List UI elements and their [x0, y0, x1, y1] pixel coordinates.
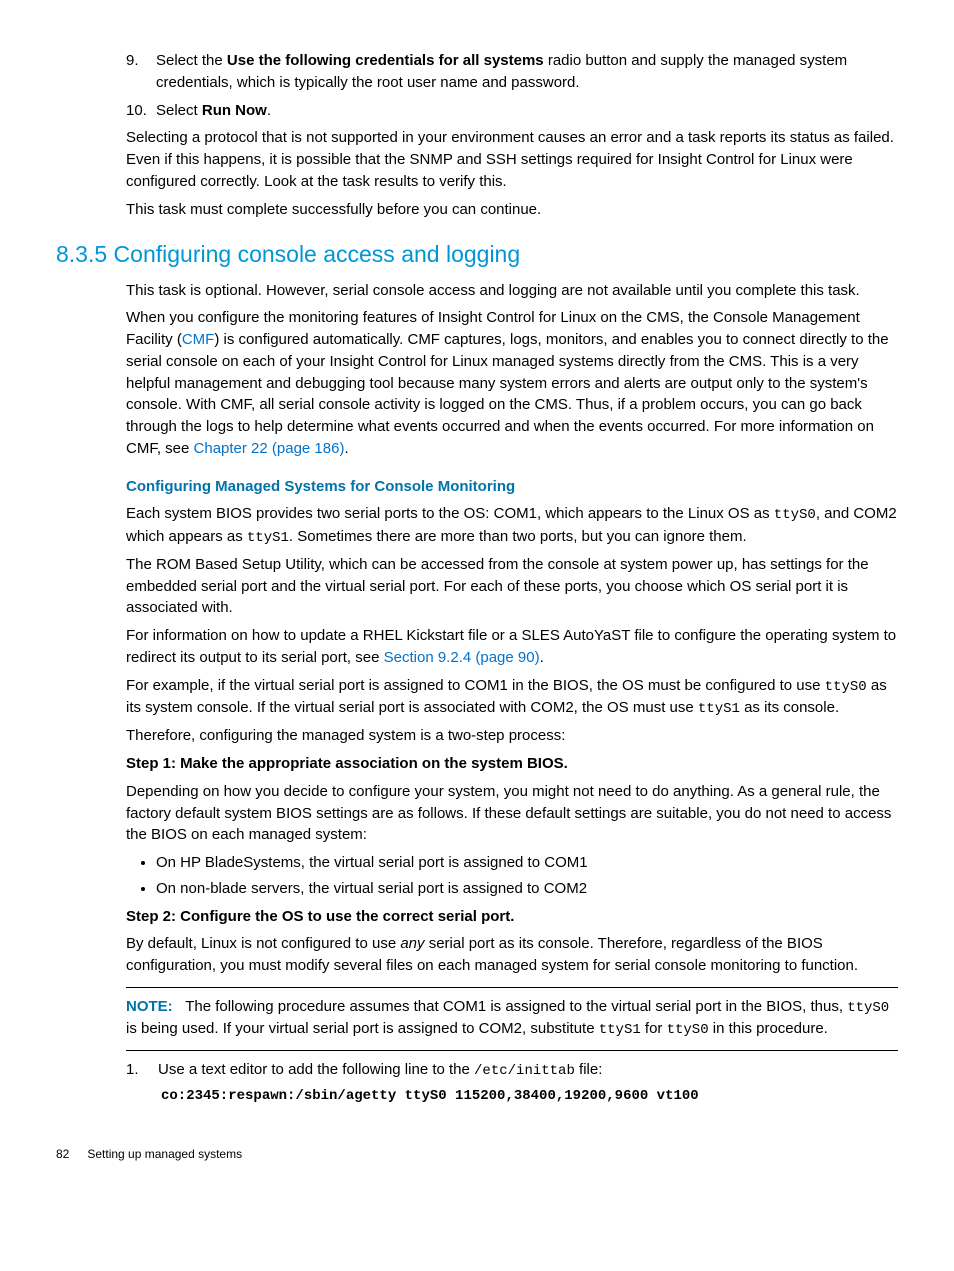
- note-paragraph: NOTE: The following procedure assumes th…: [126, 996, 898, 1041]
- list-item: On non-blade servers, the virtual serial…: [156, 878, 898, 900]
- footer-title: Setting up managed systems: [87, 1147, 242, 1161]
- mono-ttys1: ttyS1: [599, 1022, 641, 1038]
- divider: [126, 1050, 898, 1051]
- mono-ttys0: ttyS0: [847, 1000, 889, 1016]
- bold-text: Run Now: [202, 102, 267, 119]
- step1-heading: Step 1: Make the appropriate association…: [126, 753, 898, 775]
- paragraph-rhel: For information on how to update a RHEL …: [126, 625, 898, 669]
- ordered-item-9: 9. Select the Use the following credenti…: [126, 50, 898, 94]
- list-number: 1.: [126, 1059, 158, 1081]
- bold-text: Use the following credentials for all sy…: [227, 52, 544, 69]
- step1-paragraph: Depending on how you decide to configure…: [126, 781, 898, 846]
- subheading-configuring: Configuring Managed Systems for Console …: [126, 476, 898, 498]
- procedure-item-1: 1.Use a text editor to add the following…: [126, 1059, 898, 1081]
- paragraph-complete: This task must complete successfully bef…: [126, 199, 898, 221]
- paragraph-cmf: When you configure the monitoring featur…: [126, 307, 898, 459]
- bullet-list: On HP BladeSystems, the virtual serial p…: [156, 852, 898, 900]
- list-number: 10.: [126, 100, 156, 122]
- paragraph-protocol: Selecting a protocol that is not support…: [126, 127, 898, 192]
- mono-ttys0: ttyS0: [774, 507, 816, 523]
- ordered-item-10: 10. Select Run Now.: [126, 100, 898, 122]
- mono-ttys1: ttyS1: [698, 701, 740, 717]
- divider: [126, 987, 898, 988]
- note-label: NOTE:: [126, 998, 173, 1015]
- paragraph-bios: Each system BIOS provides two serial por…: [126, 503, 898, 548]
- list-item-text: Select Run Now.: [156, 100, 271, 122]
- link-section-924[interactable]: Section 9.2.4 (page 90): [384, 649, 540, 666]
- page-footer: 82 Setting up managed systems: [56, 1146, 898, 1163]
- link-chapter-22[interactable]: Chapter 22 (page 186): [194, 440, 345, 457]
- procedure-text: Use a text editor to add the following l…: [158, 1061, 602, 1078]
- list-item: On HP BladeSystems, the virtual serial p…: [156, 852, 898, 874]
- mono-ttys0: ttyS0: [825, 679, 867, 695]
- paragraph-therefore: Therefore, configuring the managed syste…: [126, 725, 898, 747]
- paragraph-optional: This task is optional. However, serial c…: [126, 280, 898, 302]
- mono-ttys0: ttyS0: [667, 1022, 709, 1038]
- link-cmf[interactable]: CMF: [182, 331, 215, 348]
- section-heading-835: 8.3.5 Configuring console access and log…: [56, 238, 898, 271]
- code-block: co:2345:respawn:/sbin/agetty ttyS0 11520…: [161, 1086, 898, 1106]
- page-number: 82: [56, 1146, 84, 1163]
- list-number: 9.: [126, 50, 156, 72]
- mono-ttys1: ttyS1: [247, 530, 289, 546]
- list-item-text: Select the Use the following credentials…: [156, 50, 898, 94]
- paragraph-rom: The ROM Based Setup Utility, which can b…: [126, 554, 898, 619]
- step2-heading: Step 2: Configure the OS to use the corr…: [126, 906, 898, 928]
- paragraph-example: For example, if the virtual serial port …: [126, 675, 898, 720]
- italic-any: any: [400, 935, 424, 952]
- step2-paragraph: By default, Linux is not configured to u…: [126, 933, 898, 977]
- mono-inittab: /etc/inittab: [474, 1063, 575, 1079]
